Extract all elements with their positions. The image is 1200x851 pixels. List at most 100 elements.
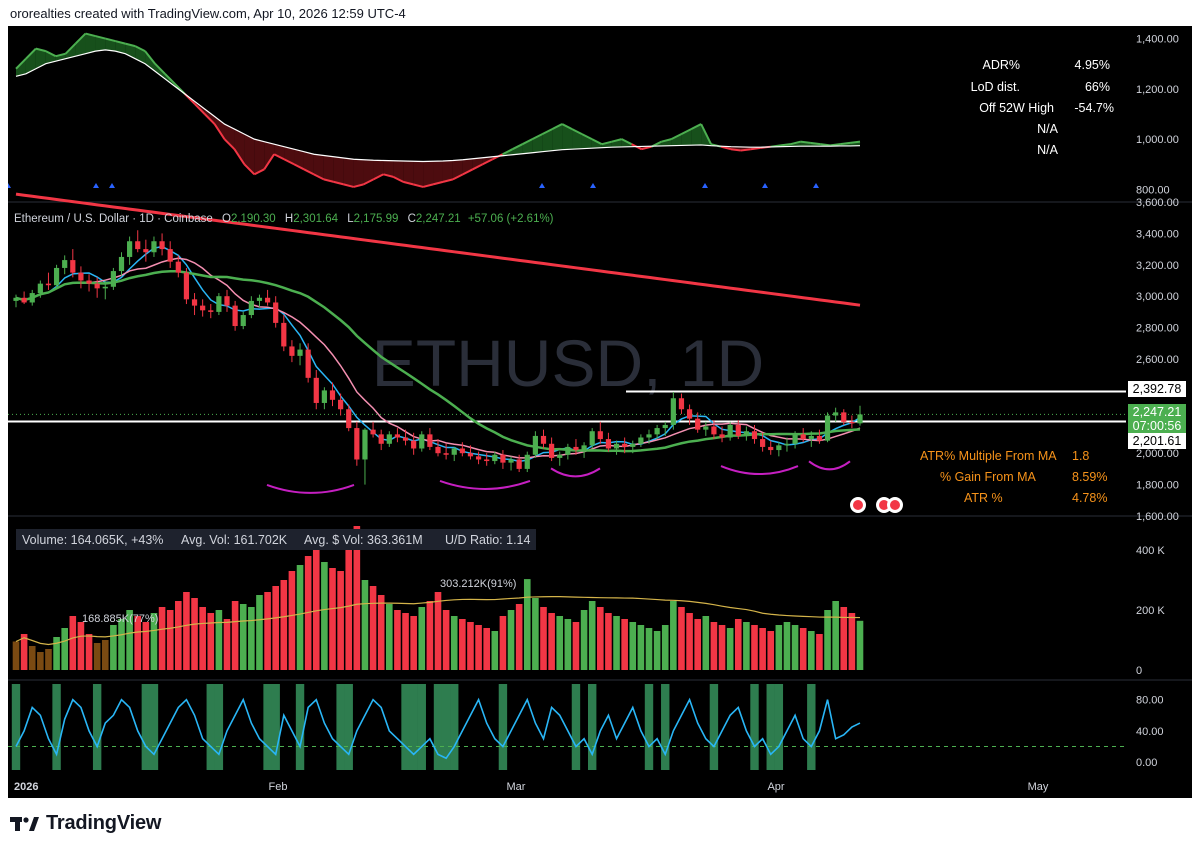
volume-bar <box>670 601 677 670</box>
volume-bar <box>296 565 304 670</box>
candle-body <box>459 448 465 454</box>
candle-body <box>37 283 43 294</box>
candle-body <box>167 249 173 262</box>
candle-body <box>78 272 84 281</box>
volume-bar <box>231 601 239 670</box>
squeeze-highlight <box>807 684 816 770</box>
volume-bar <box>12 641 20 670</box>
volume-bar <box>459 619 466 670</box>
volume-bar <box>199 607 206 670</box>
candle-body <box>768 446 774 451</box>
chart-background <box>8 26 1192 798</box>
volume-bar <box>207 613 215 670</box>
candle-body <box>719 434 725 438</box>
squeeze-highlight <box>587 684 597 770</box>
volume-bar <box>507 610 515 670</box>
candle-body <box>751 431 758 440</box>
candle-body <box>686 409 693 419</box>
volume-bar <box>426 601 434 670</box>
candle-body <box>378 434 384 444</box>
volume-bar <box>467 622 474 670</box>
squeeze-highlight <box>206 684 215 770</box>
volume-bar <box>548 613 555 670</box>
rs-line <box>830 143 841 147</box>
brand-name: TradingView <box>46 812 162 834</box>
candle-body <box>492 454 498 462</box>
volume-bar <box>653 631 661 670</box>
rs-line <box>849 140 861 144</box>
candle-body <box>183 272 190 300</box>
volume-bar <box>166 610 174 670</box>
stat-value: N/A <box>1037 122 1059 136</box>
volume-bar <box>734 619 742 670</box>
candle-body <box>540 435 547 444</box>
candle-body <box>151 241 157 253</box>
candle-body <box>557 454 563 458</box>
rs-fill <box>413 161 424 187</box>
volume-bar <box>256 595 263 670</box>
legend-dollar-vol: Avg. $ Vol: 363.361M <box>304 533 423 547</box>
rs-line <box>730 148 741 152</box>
volume-bar <box>434 592 442 670</box>
volume-bar <box>597 607 604 670</box>
volume-bar <box>832 601 839 670</box>
countdown-label: 07:00:56 <box>1133 419 1182 433</box>
candle-body <box>695 418 701 430</box>
volume-bar <box>515 604 523 670</box>
squeeze-highlight <box>571 684 581 770</box>
candle-body <box>849 421 855 424</box>
candle-body <box>321 390 327 403</box>
squeeze-highlight <box>92 684 102 770</box>
volume-bar <box>386 604 393 670</box>
candle-body <box>70 260 76 273</box>
squeeze-highlight <box>344 684 353 770</box>
volume-bar <box>288 571 296 670</box>
squeeze-highlight <box>149 684 159 770</box>
volume-bar <box>629 622 637 670</box>
volume-bar <box>61 628 68 670</box>
rs-line <box>750 146 761 151</box>
candle-body <box>143 249 149 253</box>
time-axis-label: May <box>1028 781 1049 793</box>
volume-bar <box>613 616 620 670</box>
top-axis-tick: 1,000.00 <box>1136 134 1179 146</box>
squeeze-highlight <box>401 684 410 770</box>
candle-body <box>622 443 628 447</box>
volume-bar <box>337 571 344 670</box>
volume-bar <box>783 622 791 670</box>
volume-legend[interactable]: Volume: 164.065K, +43% Avg. Vol: 161.702… <box>16 529 536 550</box>
candle-body <box>792 434 798 444</box>
top-axis-tick: 800.00 <box>1136 184 1170 196</box>
candle-body <box>102 286 108 289</box>
candle-body <box>678 398 685 410</box>
volume-bar <box>572 622 580 670</box>
legend-volume: Volume: 164.065K, +43% <box>22 533 163 547</box>
candle-body <box>110 271 116 287</box>
volume-bar <box>661 625 669 670</box>
volume-bar <box>808 631 815 670</box>
candle-body <box>411 440 417 449</box>
volume-bar <box>645 628 653 670</box>
candle-body <box>175 261 181 273</box>
volume-bar <box>272 586 279 670</box>
time-axis-label: 2026 <box>14 781 38 793</box>
stat-value: N/A <box>1037 143 1059 157</box>
squeeze-highlight <box>661 684 670 770</box>
price-axis-tick: 3,600.00 <box>1136 197 1179 209</box>
rs-line <box>820 143 831 147</box>
tradingview-branding[interactable]: TradingView <box>10 812 161 835</box>
price-axis-tick: 1,600.00 <box>1136 511 1179 523</box>
candle-body <box>362 429 368 460</box>
volume-bar <box>816 634 823 670</box>
chart-canvas[interactable]: ETHUSD, 1D 1,400.001,200.001,000.00800.0… <box>8 26 1192 798</box>
candle-body <box>662 424 668 429</box>
volume-bar <box>532 598 539 670</box>
osc-axis-tick: 80.00 <box>1136 695 1164 707</box>
volume-bar <box>726 628 734 670</box>
candle-body <box>216 296 222 312</box>
price-axis-tick: 3,000.00 <box>1136 291 1179 303</box>
rs-line <box>740 148 751 152</box>
volume-bar <box>329 568 336 670</box>
volume-bar <box>402 613 409 670</box>
candle-body <box>532 435 538 455</box>
